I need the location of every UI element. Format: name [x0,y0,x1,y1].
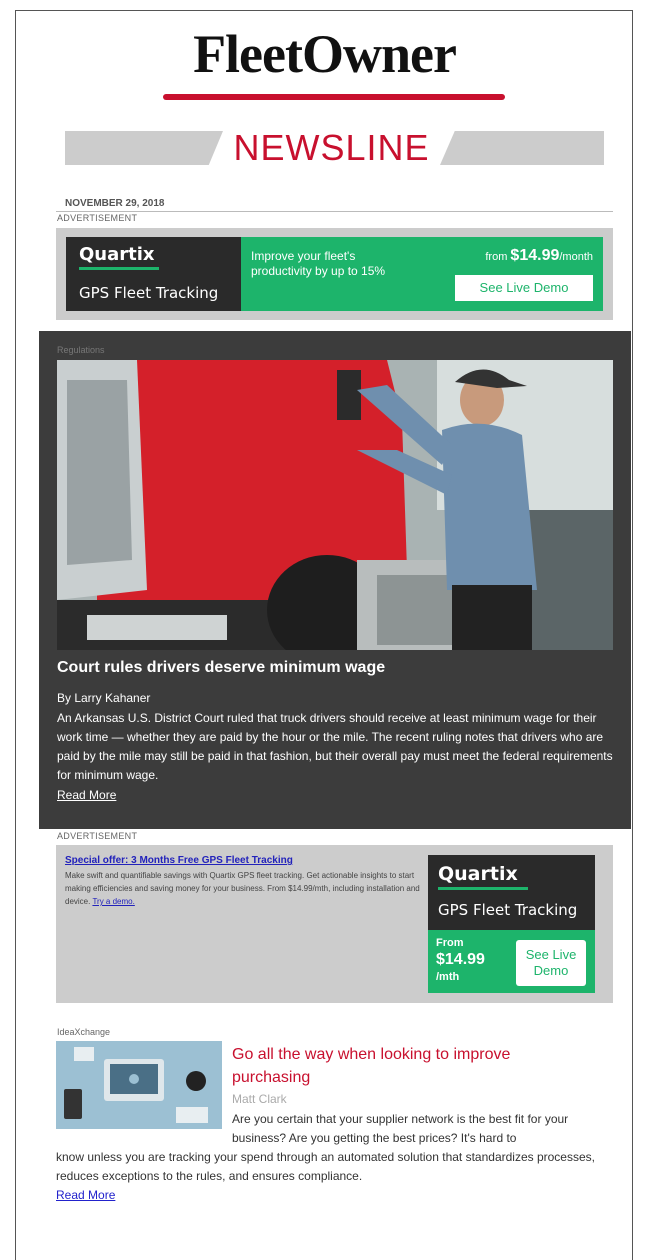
fleetowner-logo[interactable]: FleetOwner [0,22,649,86]
ad2-description: Make swift and quantifiable savings with… [65,869,430,908]
issue-date: NOVEMBER 29, 2018 [65,198,165,209]
truck-driver-photo [57,360,613,650]
ad2-try-demo-link[interactable]: Try a demo. [92,897,134,906]
ad1-brand-panel: Quartix GPS Fleet Tracking [66,237,241,311]
ad2-banner: Special offer: 3 Months Free GPS Fleet T… [56,845,613,1003]
logo-underline [163,94,505,100]
story2-read-more-link[interactable]: Read More [56,1188,115,1202]
newsline-title: NEWSLINE [233,127,430,168]
ad1-price-amount: $14.99 [510,247,560,264]
quartix-logo: Quartix [438,863,518,885]
ad2-brand-panel[interactable]: Quartix GPS Fleet Tracking [428,855,595,930]
ad2-price: $14.99 [436,951,485,968]
ad1-tagline: Improve your fleet's productivity by up … [251,249,386,278]
feature-byline: By Larry Kahaner [57,691,151,705]
ad1-price: from $14.99/month [485,247,593,265]
ad1-see-live-demo-button[interactable]: See Live Demo [455,275,593,301]
ad2-see-live-demo-button[interactable]: See Live Demo [516,940,586,986]
ad1-banner[interactable]: Quartix GPS Fleet Tracking Improve your … [56,228,613,320]
quartix-logo-underline [79,267,159,270]
ad2-label: ADVERTISEMENT [57,831,138,841]
purchasing-photo [56,1041,222,1129]
story2-summary-part1: Are you certain that your supplier netwo… [232,1112,569,1145]
story2-headline[interactable]: Go all the way when looking to improve p… [232,1043,592,1089]
story2-image[interactable] [56,1041,222,1129]
newsline-bar-right [440,131,604,165]
feature-story: Regulations Court rules drivers deserve … [39,331,631,829]
story2-author: Matt Clark [232,1092,287,1106]
ad2-offer-link[interactable]: Special offer: 3 Months Free GPS Fleet T… [65,855,293,866]
ad2-product: GPS Fleet Tracking [438,901,578,919]
feature-headline[interactable]: Court rules drivers deserve minimum wage [57,659,385,677]
ad1-label: ADVERTISEMENT [57,213,138,223]
ad1-offer-panel: Improve your fleet's productivity by up … [241,237,603,311]
ad1-price-suffix: /month [559,251,593,263]
ad2-from: From [436,937,464,949]
ad2-price-panel[interactable]: From $14.99 /mth See Live Demo [428,930,595,993]
date-divider [56,211,613,212]
ad1-product: GPS Fleet Tracking [79,284,219,302]
feature-read-more-link[interactable]: Read More [57,788,116,802]
ad1-price-prefix: from [485,251,508,263]
quartix-logo-underline [438,887,528,890]
feature-category[interactable]: Regulations [57,345,105,355]
ad2-per-month: /mth [436,971,460,983]
newsline-bar-left [65,131,223,165]
story2-summary-part2: know unless you are tracking your spend … [56,1150,595,1183]
quartix-logo: Quartix [79,244,155,265]
feature-summary: An Arkansas U.S. District Court ruled th… [57,711,613,782]
feature-image[interactable] [57,360,613,650]
story2-category[interactable]: IdeaXchange [57,1027,110,1037]
